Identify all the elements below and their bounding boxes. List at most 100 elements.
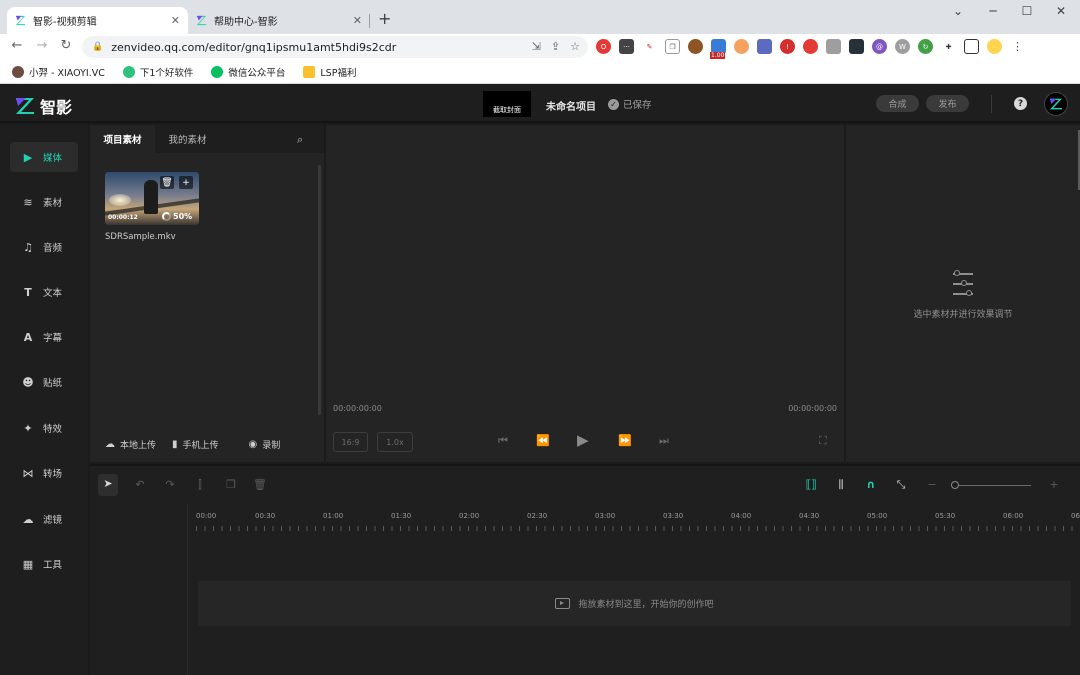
layers-icon: ≋ bbox=[23, 195, 33, 209]
grey-extension-icon[interactable] bbox=[826, 39, 841, 54]
redo-icon[interactable]: ↷ bbox=[163, 478, 177, 491]
dots-extension-icon[interactable]: ··· bbox=[619, 39, 634, 54]
publish-button[interactable]: 发布 bbox=[926, 95, 969, 112]
puzzle-game-extension-icon[interactable] bbox=[757, 39, 772, 54]
thumbnail-sun bbox=[109, 194, 131, 206]
more-menu-icon[interactable]: ⋮ bbox=[1010, 39, 1025, 54]
zoom-out-icon[interactable]: − bbox=[925, 478, 939, 491]
nav-item-text[interactable]: T 文本 bbox=[10, 277, 78, 307]
skip-start-icon[interactable]: ⏮ bbox=[498, 434, 508, 448]
timeline-toolbar: ➤ ↶ ↷ ⫿ ❐ 🗑 ⟦⟧ ⫼ ∩ ⤡ − + bbox=[90, 466, 1080, 504]
split-icon[interactable]: ⫿ bbox=[193, 478, 207, 492]
browser-tab-active[interactable]: 智影-视频剪辑 ✕ bbox=[7, 7, 188, 34]
bookmark-app-icon bbox=[122, 65, 135, 78]
nav-item-tools[interactable]: ▦ 工具 bbox=[10, 549, 78, 579]
ruler-label: 01:30 bbox=[391, 512, 412, 520]
opera-extension-icon[interactable]: O bbox=[596, 39, 611, 54]
refresh-extension-icon[interactable]: ↻ bbox=[918, 39, 933, 54]
zhiying-favicon-icon bbox=[15, 15, 26, 26]
app-logo[interactable]: 智影 bbox=[15, 94, 72, 118]
tab-close-icon[interactable]: ✕ bbox=[171, 14, 180, 27]
bookmark-star-icon[interactable]: ☆ bbox=[570, 40, 580, 53]
cookie-extension-icon[interactable] bbox=[688, 39, 703, 54]
fast-forward-icon[interactable]: ⏩ bbox=[618, 434, 632, 447]
media-scrollbar[interactable] bbox=[318, 165, 321, 415]
record-button[interactable]: ◉ 录制 bbox=[249, 438, 281, 451]
nav-item-subtitle[interactable]: A 字幕 bbox=[10, 322, 78, 352]
image-extension-icon[interactable]: 1.00 bbox=[710, 39, 726, 59]
record-icon: ◉ bbox=[248, 439, 258, 450]
nav-item-media[interactable]: ▶ 媒体 bbox=[10, 142, 78, 172]
bookmark-item[interactable]: 微信公众平台 bbox=[211, 65, 285, 79]
fullscreen-icon[interactable]: ⛶ bbox=[819, 434, 827, 448]
back-icon[interactable]: ← bbox=[9, 38, 25, 53]
bookmark-item[interactable]: 下1个好软件 bbox=[122, 65, 193, 79]
bookmark-item[interactable]: LSP福利 bbox=[303, 65, 356, 79]
nav-item-audio[interactable]: ♫ 音频 bbox=[10, 232, 78, 262]
magnet-snap-icon[interactable]: ⟦⟧ bbox=[804, 478, 818, 491]
help-icon[interactable]: ? bbox=[1014, 97, 1027, 110]
install-app-icon[interactable]: ⇲ bbox=[532, 40, 541, 53]
media-clip-thumbnail[interactable]: 🗑 + 00:00:12 50% bbox=[105, 172, 199, 225]
compose-button[interactable]: 合成 bbox=[876, 95, 919, 112]
aspect-ratio-select[interactable]: 16:9 bbox=[333, 432, 368, 452]
bookmark-item[interactable]: 小羿 - XIAOYI.VC bbox=[12, 65, 105, 79]
new-tab-button[interactable]: + bbox=[378, 9, 391, 28]
tab-project-assets[interactable]: 项目素材 bbox=[90, 125, 155, 153]
ruler-label: 00:00 bbox=[196, 512, 217, 520]
dark-extension-icon[interactable] bbox=[849, 39, 864, 54]
project-name[interactable]: 未命名项目 bbox=[546, 98, 596, 113]
at-extension-icon[interactable]: @ bbox=[872, 39, 887, 54]
browser-tab-help[interactable]: 帮助中心-智影 ✕ bbox=[188, 7, 370, 34]
zoom-slider[interactable] bbox=[956, 485, 1031, 486]
split-audio-icon[interactable]: ⫼ bbox=[834, 478, 848, 492]
timeline-drop-area[interactable]: 拖放素材到这里，开始你的创作吧 bbox=[198, 581, 1071, 626]
skip-end-icon[interactable]: ⏭ bbox=[659, 434, 669, 448]
fit-timeline-icon[interactable]: ⤡ bbox=[894, 478, 908, 492]
address-bar[interactable]: 🔒 zenvideo.qq.com/editor/gnq1ipsmu1amt5h… bbox=[82, 36, 588, 58]
play-icon[interactable]: ▶ bbox=[577, 431, 589, 449]
alert-extension-icon[interactable]: ! bbox=[780, 39, 795, 54]
cover-capture-button[interactable]: 截取封面 bbox=[483, 91, 531, 117]
tab-search-icon[interactable]: ⌄ bbox=[946, 4, 970, 18]
ruler-label: 04:00 bbox=[731, 512, 752, 520]
forward-icon[interactable]: → bbox=[34, 38, 50, 53]
nav-item-assets[interactable]: ≋ 素材 bbox=[10, 187, 78, 217]
timeline-body: 00:00 00:30 01:00 01:30 02:00 02:30 03:0… bbox=[90, 504, 1080, 675]
record-extension-icon[interactable] bbox=[803, 39, 818, 54]
delete-clip-icon[interactable]: 🗑 bbox=[160, 176, 174, 189]
zoom-in-icon[interactable]: + bbox=[1047, 478, 1061, 491]
tab-my-assets[interactable]: 我的素材 bbox=[155, 125, 220, 153]
local-upload-button[interactable]: ☁ 本地上传 bbox=[105, 438, 156, 451]
reload-icon[interactable]: ↻ bbox=[58, 38, 74, 53]
nav-item-transition[interactable]: ⋈ 转场 bbox=[10, 458, 78, 488]
add-clip-icon[interactable]: + bbox=[179, 176, 193, 189]
speed-select[interactable]: 1.0x bbox=[377, 432, 413, 452]
select-tool-icon[interactable]: ➤ bbox=[98, 474, 118, 496]
tab-close-icon[interactable]: ✕ bbox=[353, 14, 362, 27]
duplicate-icon[interactable]: ❐ bbox=[224, 478, 238, 491]
nav-item-filter[interactable]: ☁ 滤镜 bbox=[10, 504, 78, 534]
rewind-icon[interactable]: ⏪ bbox=[536, 434, 550, 447]
pen-extension-icon[interactable]: ✎ bbox=[642, 39, 657, 54]
delete-icon[interactable]: 🗑 bbox=[253, 478, 267, 491]
close-window-button[interactable]: ✕ bbox=[1049, 4, 1073, 18]
avatar[interactable] bbox=[1044, 92, 1068, 116]
timeline-ruler[interactable]: 00:00 00:30 01:00 01:30 02:00 02:30 03:0… bbox=[196, 512, 1080, 534]
w-extension-icon[interactable]: W bbox=[895, 39, 910, 54]
nav-item-sticker[interactable]: ☻ 贴纸 bbox=[10, 367, 78, 397]
link-icon[interactable]: ∩ bbox=[864, 478, 878, 491]
share-icon[interactable]: ⇪ bbox=[551, 40, 560, 53]
monkey-extension-icon[interactable] bbox=[734, 39, 749, 54]
minimize-button[interactable]: ─ bbox=[981, 4, 1005, 18]
phone-upload-button[interactable]: ▮ 手机上传 bbox=[172, 438, 219, 451]
copy-extension-icon[interactable]: ❐ bbox=[665, 39, 680, 54]
extensions-puzzle-icon[interactable]: ✚ bbox=[941, 39, 956, 54]
nav-item-effects[interactable]: ✦ 特效 bbox=[10, 413, 78, 443]
sidebar-toggle-icon[interactable] bbox=[964, 39, 979, 54]
undo-icon[interactable]: ↶ bbox=[133, 478, 147, 491]
profile-avatar-icon[interactable] bbox=[987, 39, 1002, 54]
search-icon[interactable]: ⌕ bbox=[297, 133, 303, 147]
maximize-button[interactable]: ☐ bbox=[1015, 4, 1039, 18]
zoom-slider-handle[interactable] bbox=[951, 481, 959, 489]
